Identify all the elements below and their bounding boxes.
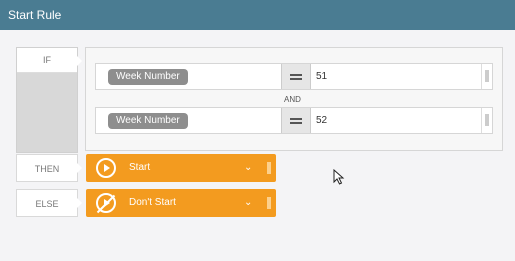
condition-value[interactable]: 51 (316, 71, 327, 82)
condition-field[interactable]: Week Number (108, 113, 188, 129)
operator-button[interactable] (281, 64, 311, 89)
then-label: THEN (16, 154, 78, 182)
if-arrow (77, 56, 82, 66)
condition-row-2[interactable]: Week Number 52 (95, 107, 493, 134)
operator-button[interactable] (281, 108, 311, 133)
play-icon (96, 158, 116, 178)
then-arrow (77, 163, 82, 173)
equals-icon-bottom (290, 78, 302, 80)
condition-row-1[interactable]: Week Number 51 (95, 63, 493, 90)
and-connector: AND (284, 95, 301, 104)
condition-value[interactable]: 52 (316, 115, 327, 126)
window-title: Start Rule (8, 8, 62, 22)
play-triangle (104, 164, 110, 172)
grip-icon[interactable] (267, 197, 271, 209)
if-label: IF (16, 47, 78, 153)
grip-icon[interactable] (267, 162, 271, 174)
equals-icon-top (290, 74, 302, 76)
title-bar: Start Rule (0, 0, 515, 30)
else-action-label: Don't Start (129, 197, 176, 208)
else-arrow (77, 198, 82, 208)
equals-icon-bottom (290, 122, 302, 124)
drag-handle[interactable] (481, 64, 492, 89)
grip-icon (485, 70, 489, 82)
condition-field[interactable]: Week Number (108, 69, 188, 85)
mouse-cursor-icon (333, 169, 345, 185)
else-label: ELSE (16, 189, 78, 217)
if-label-text: IF (17, 48, 77, 73)
chevron-down-icon[interactable]: ⌄ (244, 197, 252, 208)
then-action-dropdown[interactable]: Start ⌄ (86, 154, 276, 182)
slash-mark (96, 194, 116, 214)
grip-icon (485, 114, 489, 126)
else-action-dropdown[interactable]: Don't Start ⌄ (86, 189, 276, 217)
equals-icon-top (290, 118, 302, 120)
no-play-icon (96, 193, 116, 214)
drag-handle[interactable] (481, 108, 492, 133)
then-action-label: Start (129, 162, 151, 173)
chevron-down-icon[interactable]: ⌄ (244, 162, 252, 173)
